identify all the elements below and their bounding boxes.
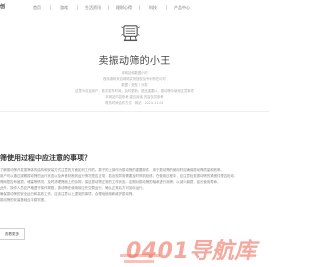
article-text-line: 了解振动筛开发振筛体的结构和安装方式注意的方面如何工作的。振子的上部作为振动筛的… xyxy=(0,168,224,172)
nav-item-tech[interactable]: 科技 xyxy=(140,0,166,15)
site-meta-line: 数据 / 类型 / 分类 xyxy=(121,83,148,87)
watermark-text: 0401导航库 xyxy=(126,239,257,264)
nav-item-life-news[interactable]: 生活资讯 xyxy=(78,0,108,15)
nav-item-finance[interactable]: 理财心得 xyxy=(109,0,139,15)
top-navigation-bar: 创 首页 游戏 生活资讯 理财心得 科技 产品中心 xyxy=(0,0,269,16)
site-meta-line: 联系时间合作方式 · 网站 · 2024-11-01 xyxy=(105,101,164,105)
site-meta-line: 本网站内容参考 建议阅读 内容仅供参考 xyxy=(105,95,164,99)
article-text-line: 确保振动筛的安全运行和高效工作，应该注意以上提到的事项，合理地使用和维护振动筛。 xyxy=(0,192,136,196)
vibrating-screen-icon xyxy=(121,25,140,42)
nav-item-games[interactable]: 游戏 xyxy=(51,0,77,15)
nav-item-products[interactable]: 产品中心 xyxy=(167,0,197,15)
nav-item-home[interactable]: 首页 xyxy=(24,0,50,15)
article-text-line: 用户可以通过观察振动筛的运行状态以及声音判断其运行情况是否正常，若出现异常需要及… xyxy=(0,174,238,178)
site-title: 卖振动筛的小王 xyxy=(98,56,171,67)
site-logo[interactable]: 创 xyxy=(0,3,5,10)
article-text-line: 振动筛的安装基础应平稳牢固。 xyxy=(0,198,48,202)
article-title[interactable]: 筛使用过程中应注意的事项？ xyxy=(0,153,91,163)
article-text-line: 筛网是否有破损、堵塞等情况，及时清理筛面上的杂物，保证振动筛正常的工作状态。定期… xyxy=(0,180,221,184)
site-hero: 卖振动筛的小王 本网站和数据小时 程序源码来自网络实有授权及专利号在均可 数据 … xyxy=(0,15,269,112)
article-text-line: 此外，操作人员应严格遵守操作规程，振动筛在使用前应先空载运行，确认正常后方可加料… xyxy=(0,186,146,190)
read-more-button[interactable]: 查看更多 xyxy=(0,228,25,240)
site-meta-line: 这里为欢迎用户，首次发布时间，及时更新，是还重要以，振动筛中使用注意事项 xyxy=(75,89,194,93)
site-meta-line: 程序源码来自网络实有授权及专利号在均可 xyxy=(103,77,166,81)
site-watermark: 0401导航库 xyxy=(120,233,267,265)
site-meta-line: 本网站和数据小时 xyxy=(121,71,148,75)
